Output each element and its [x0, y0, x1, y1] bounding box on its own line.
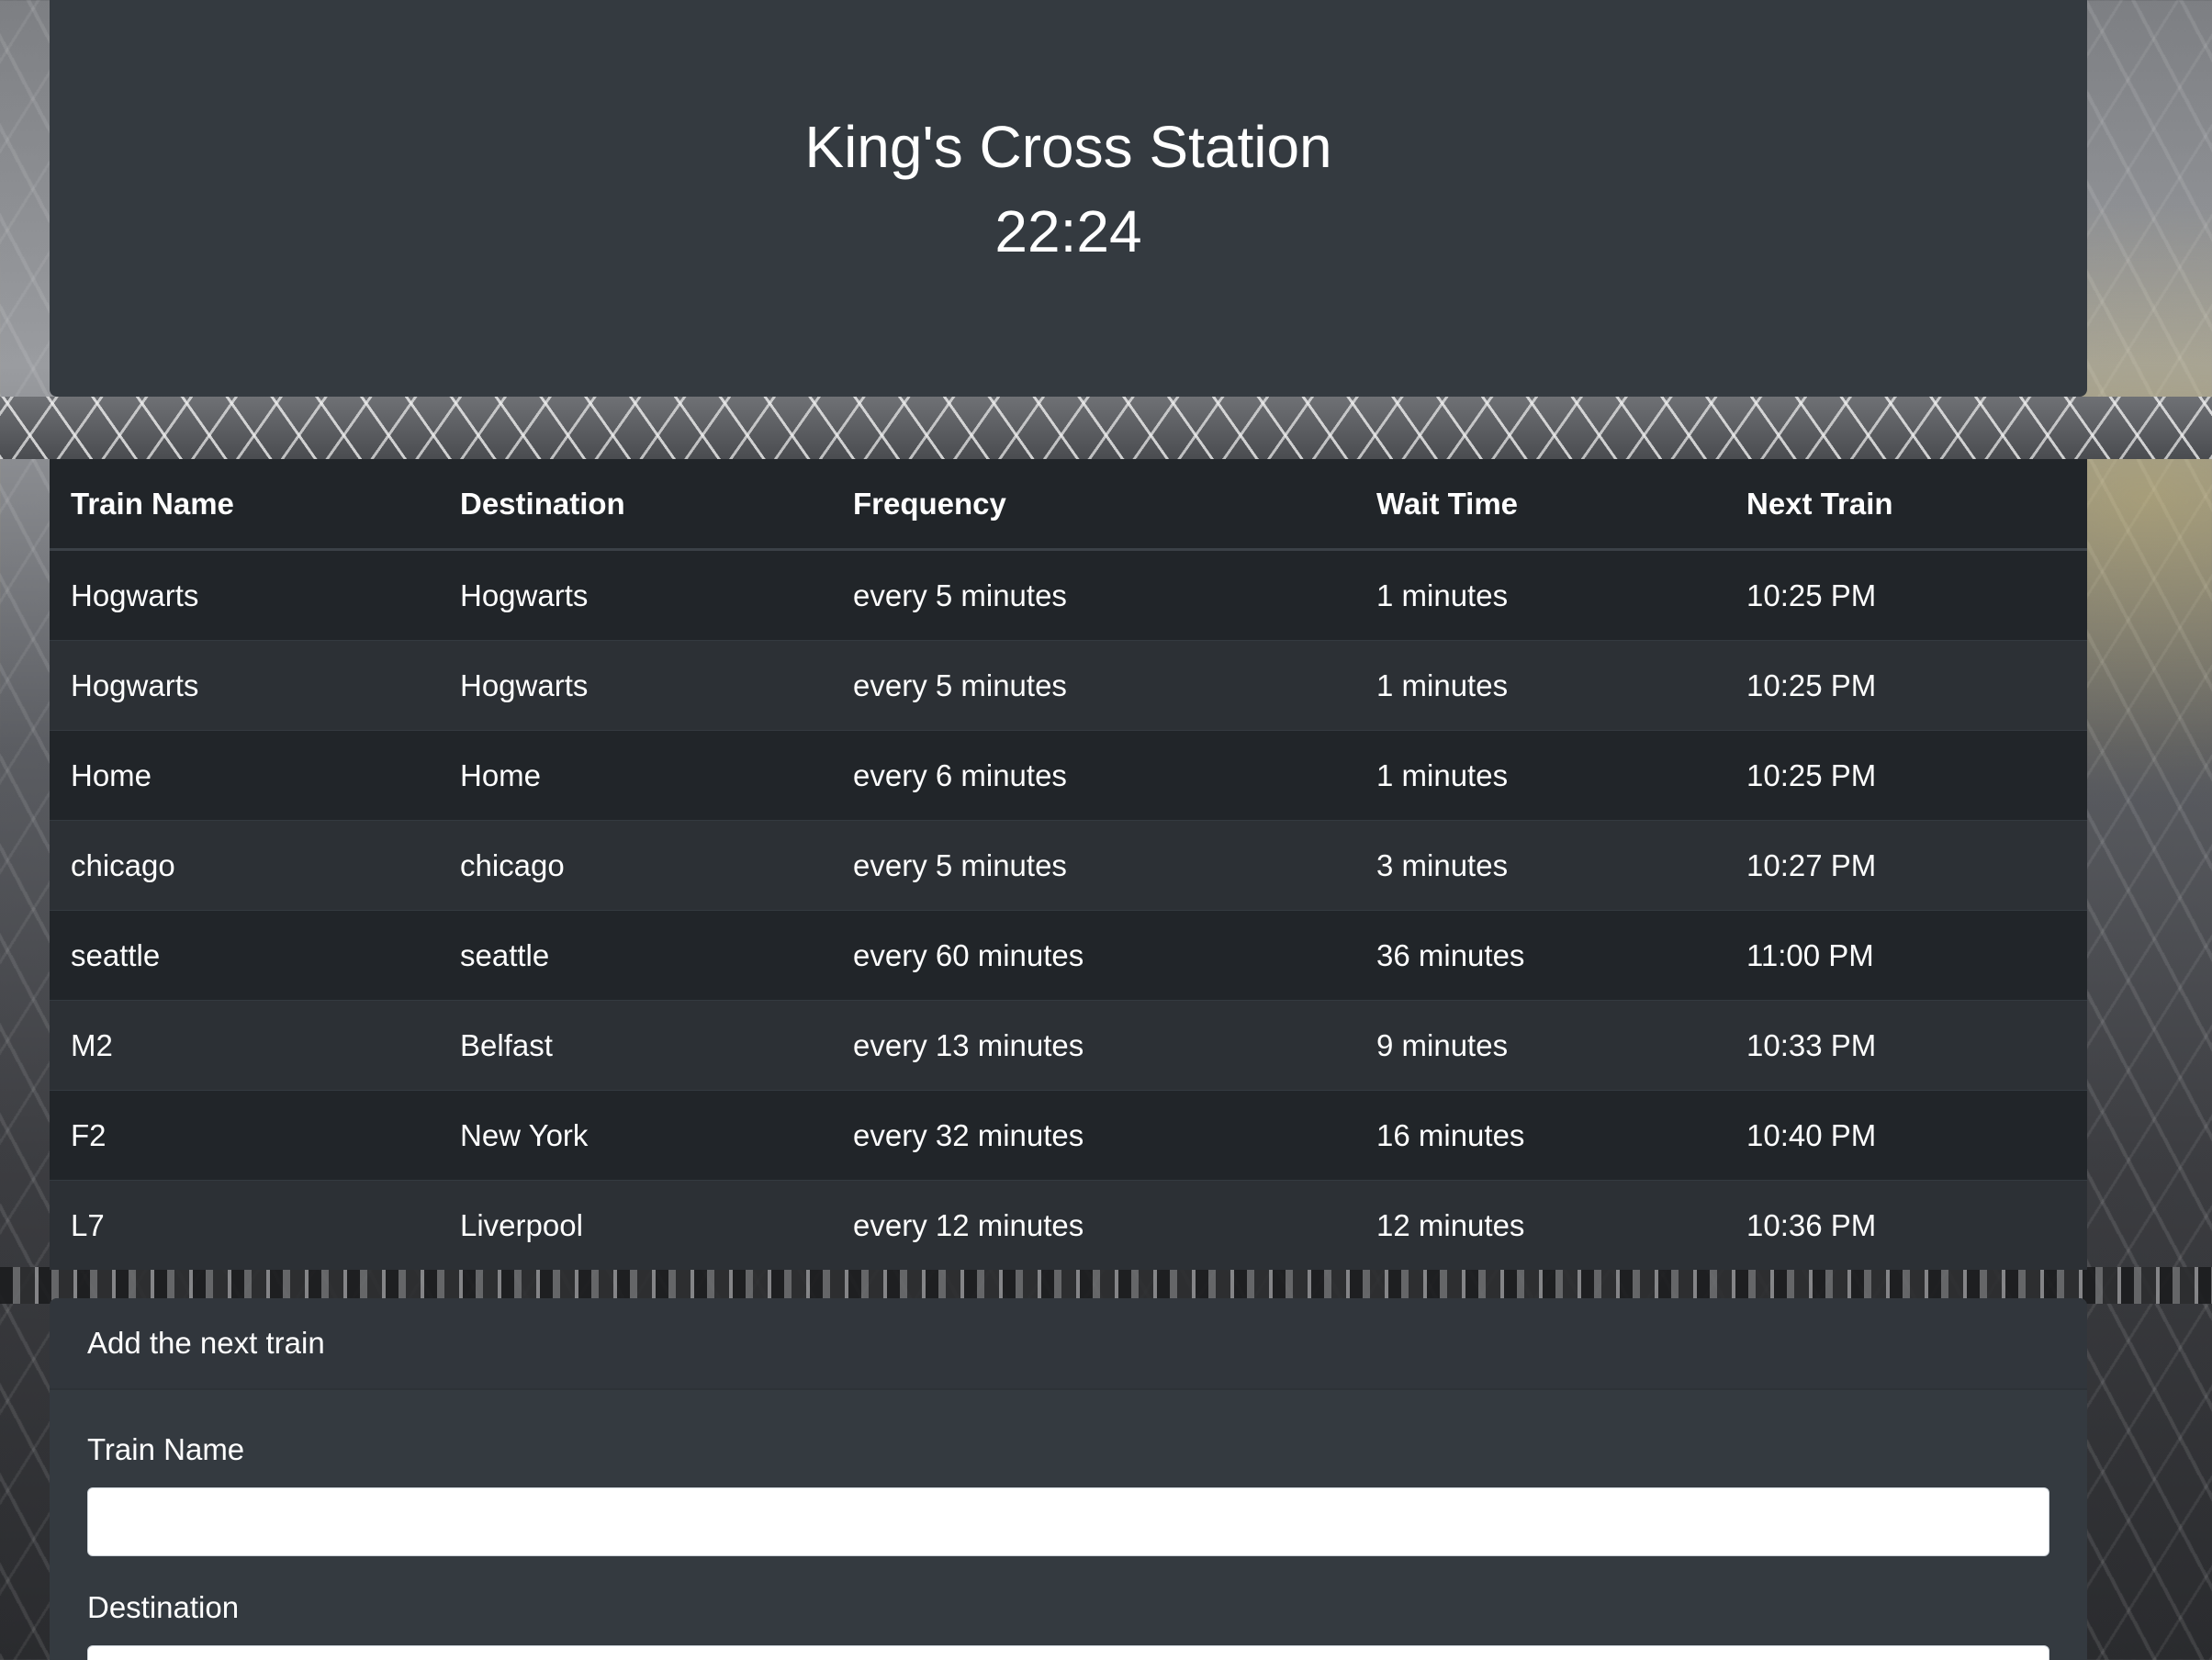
cell-frequency: every 32 minutes [832, 1090, 1355, 1181]
cell-wait-time: 3 minutes [1355, 820, 1725, 911]
cell-destination: Home [439, 730, 832, 821]
cell-next-train: 10:40 PM [1725, 1090, 2087, 1181]
column-header-next-train: Next Train [1725, 459, 2087, 551]
cell-train-name: F2 [50, 1090, 439, 1181]
cell-frequency: every 13 minutes [832, 1000, 1355, 1091]
cell-wait-time: 12 minutes [1355, 1180, 1725, 1270]
add-train-card-title: Add the next train [50, 1298, 2087, 1390]
cell-wait-time: 1 minutes [1355, 730, 1725, 821]
cell-wait-time: 9 minutes [1355, 1000, 1725, 1091]
train-schedule-table: Train Name Destination Frequency Wait Ti… [50, 459, 2087, 1270]
table-row: Home Home every 6 minutes 1 minutes 10:2… [50, 730, 2087, 821]
cell-wait-time: 16 minutes [1355, 1090, 1725, 1181]
cell-train-name: L7 [50, 1180, 439, 1270]
current-time-clock: 22:24 [994, 198, 1142, 264]
cell-next-train: 10:27 PM [1725, 820, 2087, 911]
table-row: M2 Belfast every 13 minutes 9 minutes 10… [50, 1000, 2087, 1091]
cell-next-train: 10:36 PM [1725, 1180, 2087, 1270]
cell-frequency: every 60 minutes [832, 910, 1355, 1001]
cell-destination: Hogwarts [439, 549, 832, 641]
add-train-card: Add the next train Train Name Destinatio… [50, 1298, 2087, 1660]
cell-train-name: M2 [50, 1000, 439, 1091]
cell-train-name: seattle [50, 910, 439, 1001]
cell-destination: seattle [439, 910, 832, 1001]
train-name-label: Train Name [87, 1432, 245, 1466]
column-header-wait-time: Wait Time [1355, 459, 1725, 551]
cell-wait-time: 1 minutes [1355, 549, 1725, 641]
cell-destination: chicago [439, 820, 832, 911]
cell-next-train: 10:25 PM [1725, 640, 2087, 731]
header-jumbotron: King's Cross Station 22:24 [50, 0, 2087, 397]
destination-label: Destination [87, 1590, 240, 1624]
destination-input[interactable] [87, 1645, 2049, 1660]
cell-destination: Liverpool [439, 1180, 832, 1270]
table-row: L7 Liverpool every 12 minutes 12 minutes… [50, 1180, 2087, 1270]
cell-wait-time: 36 minutes [1355, 910, 1725, 1001]
table-header-row: Train Name Destination Frequency Wait Ti… [50, 459, 2087, 551]
cell-frequency: every 6 minutes [832, 730, 1355, 821]
station-title: King's Cross Station [804, 114, 1332, 180]
cell-frequency: every 12 minutes [832, 1180, 1355, 1270]
table-row: Hogwarts Hogwarts every 5 minutes 1 minu… [50, 549, 2087, 641]
table-row: seattle seattle every 60 minutes 36 minu… [50, 910, 2087, 1001]
cell-train-name: Hogwarts [50, 549, 439, 641]
cell-train-name: Home [50, 730, 439, 821]
cell-destination: Belfast [439, 1000, 832, 1091]
column-header-frequency: Frequency [832, 459, 1355, 551]
cell-frequency: every 5 minutes [832, 820, 1355, 911]
cell-next-train: 10:25 PM [1725, 549, 2087, 641]
cell-destination: Hogwarts [439, 640, 832, 731]
column-header-train-name: Train Name [50, 459, 439, 551]
table-row: F2 New York every 32 minutes 16 minutes … [50, 1090, 2087, 1181]
table-row: chicago chicago every 5 minutes 3 minute… [50, 820, 2087, 911]
cell-next-train: 10:25 PM [1725, 730, 2087, 821]
cell-next-train: 11:00 PM [1725, 910, 2087, 1001]
cell-train-name: chicago [50, 820, 439, 911]
background-photo-truss [0, 397, 2212, 459]
cell-frequency: every 5 minutes [832, 549, 1355, 641]
table-row: Hogwarts Hogwarts every 5 minutes 1 minu… [50, 640, 2087, 731]
cell-next-train: 10:33 PM [1725, 1000, 2087, 1091]
train-name-input[interactable] [87, 1487, 2049, 1556]
cell-destination: New York [439, 1090, 832, 1181]
cell-wait-time: 1 minutes [1355, 640, 1725, 731]
column-header-destination: Destination [439, 459, 832, 551]
cell-train-name: Hogwarts [50, 640, 439, 731]
cell-frequency: every 5 minutes [832, 640, 1355, 731]
